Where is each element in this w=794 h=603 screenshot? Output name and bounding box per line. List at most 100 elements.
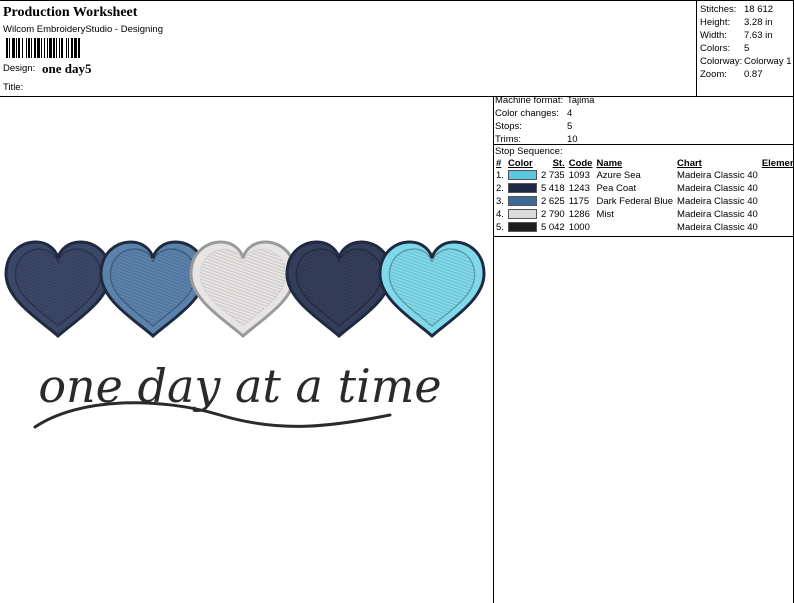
element-cell xyxy=(760,221,794,234)
design-name: one day5 xyxy=(42,61,92,76)
table-header-row: # Color St. Code Name Chart Element xyxy=(494,157,794,169)
table-row: 5. 5 042 1000 Madeira Classic 40 xyxy=(494,221,794,234)
stitches-label: Stitches: xyxy=(700,4,737,15)
row-number: 5. xyxy=(496,222,504,233)
barcode-bar xyxy=(22,38,23,58)
stitch-count: 5 418 xyxy=(540,183,565,194)
stitch-count: 2 790 xyxy=(540,209,565,220)
thread-code: 1243 xyxy=(568,183,590,194)
stop-sequence-label: Stop Sequence: xyxy=(495,146,563,157)
color-cell xyxy=(506,208,539,221)
col-header-stitches: St. xyxy=(552,157,565,169)
thread-name: Mist xyxy=(596,209,614,220)
color-cell xyxy=(506,182,539,195)
colors-label: Colors: xyxy=(700,43,731,54)
thread-chart: Madeira Classic 40 xyxy=(677,222,758,233)
machine-format-value: Tajima xyxy=(567,95,595,106)
barcode-bar xyxy=(71,38,73,58)
title-label: Title: xyxy=(3,82,24,93)
zoom-label: Zoom: xyxy=(700,69,727,80)
table-row: 4. 2 790 1286 Mist Madeira Classic 40 xyxy=(494,208,794,221)
row-number: 1. xyxy=(496,170,504,181)
colors-value: 5 xyxy=(744,43,750,54)
barcode-bar xyxy=(26,38,27,58)
table-row: 1. 2 735 1093 Azure Sea Madeira Classic … xyxy=(494,169,794,182)
element-cell xyxy=(760,208,794,221)
color-swatch xyxy=(507,209,537,220)
barcode-bar xyxy=(34,38,36,58)
barcode-bar xyxy=(78,38,80,58)
element-cell xyxy=(760,169,794,182)
barcode-bar xyxy=(68,38,69,58)
heart-fill-texture xyxy=(109,248,197,328)
table-row: 2. 5 418 1243 Pea Coat Madeira Classic 4… xyxy=(494,182,794,195)
thread-chart: Madeira Classic 40 xyxy=(677,196,758,207)
height-value: 3.28 in xyxy=(744,17,773,28)
design-label: Design: xyxy=(3,63,36,74)
stops-label: Stops: xyxy=(495,121,522,132)
thread-chart: Madeira Classic 40 xyxy=(677,170,758,181)
page-title: Production Worksheet xyxy=(3,5,138,20)
colorway-label: Colorway: xyxy=(700,56,743,67)
thread-chart: Madeira Classic 40 xyxy=(677,183,758,194)
col-header-number: # xyxy=(496,157,502,169)
thread-code: 1286 xyxy=(568,209,590,220)
color-cell xyxy=(506,221,539,234)
software-name: Wilcom EmbroideryStudio - Designing xyxy=(3,24,163,35)
divider-machine xyxy=(493,144,794,145)
barcode-bar xyxy=(9,38,10,58)
embroidery-script-text: one day at a time xyxy=(38,359,441,413)
barcode-bar xyxy=(44,38,45,58)
barcode-bar xyxy=(16,38,17,58)
barcode-bar xyxy=(18,38,20,58)
thread-name: Azure Sea xyxy=(596,170,641,181)
divider-stats xyxy=(696,0,697,96)
barcode-bar xyxy=(41,38,42,58)
barcode-bar xyxy=(56,38,57,58)
stops-value: 5 xyxy=(567,121,573,132)
barcode-bar xyxy=(28,38,30,58)
barcode-bar xyxy=(53,38,55,58)
thread-code: 1000 xyxy=(568,222,590,233)
color-changes-label: Color changes: xyxy=(495,108,559,119)
barcode-bar xyxy=(31,38,32,58)
col-header-name: Name xyxy=(596,157,623,169)
barcode-bar xyxy=(37,38,40,58)
color-changes-value: 4 xyxy=(567,108,573,119)
machine-format-label: Machine format: xyxy=(495,95,564,106)
thread-name xyxy=(594,221,675,234)
stop-sequence-table: # Color St. Code Name Chart Element 1. 2… xyxy=(494,157,794,234)
hearts-group xyxy=(4,240,486,339)
thread-code: 1093 xyxy=(568,170,590,181)
color-swatch xyxy=(507,170,537,181)
row-number: 4. xyxy=(496,209,504,220)
thread-name: Pea Coat xyxy=(596,183,637,194)
row-number: 2. xyxy=(496,183,504,194)
barcode-bar xyxy=(74,38,77,58)
color-swatch xyxy=(507,222,537,233)
colorway-value: Colorway 1 xyxy=(744,56,792,67)
col-header-chart: Chart xyxy=(677,157,702,169)
height-label: Height: xyxy=(700,17,731,28)
width-label: Width: xyxy=(700,30,727,41)
table-row: 3. 2 625 1175 Dark Federal Blue Madeira … xyxy=(494,195,794,208)
design-preview: one day at a time xyxy=(4,240,486,429)
barcode-bar xyxy=(59,38,60,58)
divider-stops xyxy=(493,236,794,237)
barcode-bar xyxy=(66,38,67,58)
thread-chart: Madeira Classic 40 xyxy=(677,209,758,220)
heart-fill-texture xyxy=(199,248,287,328)
color-swatch xyxy=(507,183,537,194)
heart-fill-texture xyxy=(295,248,383,328)
barcode-bar xyxy=(47,38,48,58)
element-cell xyxy=(760,182,794,195)
barcode-bar xyxy=(49,38,52,58)
color-cell xyxy=(506,195,539,208)
col-header-color: Color xyxy=(507,157,533,169)
border-top xyxy=(0,0,794,1)
heart-fill-texture xyxy=(388,248,476,328)
row-number: 3. xyxy=(496,196,504,207)
trims-value: 10 xyxy=(567,134,578,145)
thread-code: 1175 xyxy=(568,196,590,207)
color-cell xyxy=(506,169,539,182)
